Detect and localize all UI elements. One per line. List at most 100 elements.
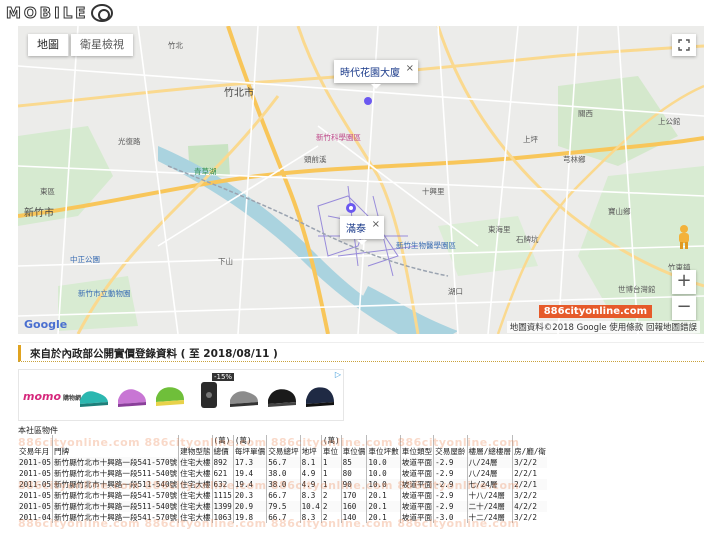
place-label: 新竹市: [24, 208, 54, 219]
table-cell: 19.4: [232, 468, 267, 479]
table-cell: 66.7: [266, 512, 301, 523]
table-cell: 3/2/2: [512, 457, 548, 468]
table-cell: 80: [340, 468, 367, 479]
table-row[interactable]: 2011-05 新竹縣竹北市十興路一段541-570號 住宅大樓 1115 20.3 66…: [18, 490, 548, 501]
table-cell: -2.9: [433, 479, 468, 490]
column-header[interactable]: 樓層/總樓層: [466, 446, 513, 457]
column-header[interactable]: 交易年月: [18, 446, 53, 457]
table-cell: 2011-05: [18, 479, 53, 490]
column-header[interactable]: 地坪: [299, 446, 322, 457]
table-cell: 2/2/1: [512, 479, 548, 490]
table-cell: 4/2/2: [512, 501, 548, 512]
map-attribution[interactable]: 地圖資料©2018 Google 使用條款 回報地圖錯誤: [506, 321, 700, 333]
fullscreen-button[interactable]: [672, 34, 696, 56]
google-map[interactable]: 新竹市 竹北 中正公園 新竹市立動物園 頭前溪 十興里 光復路 竹北市 東海里 …: [18, 26, 704, 334]
table-cell: 20.1: [366, 512, 401, 523]
google-logo[interactable]: Google: [24, 318, 67, 331]
table-cell: 632: [211, 479, 234, 490]
column-header[interactable]: 車位: [320, 446, 342, 457]
momo-logo[interactable]: momo 購物網: [23, 390, 81, 403]
table-row[interactable]: 2011-05 新竹縣竹北市十興路一段511-540號 住宅大樓 621 19.4 38.…: [18, 468, 548, 479]
shoe-product-icon[interactable]: [303, 376, 337, 412]
column-header[interactable]: 建物型態: [178, 446, 213, 457]
info-window-title: 滿泰: [346, 224, 366, 235]
column-header[interactable]: 總價: [211, 446, 234, 457]
table-cell: 160: [340, 501, 367, 512]
zoom-in-button[interactable]: +: [672, 270, 696, 294]
table-cell: 新竹縣竹北市十興路一段541-570號: [52, 457, 179, 468]
table-cell: 140: [340, 512, 367, 523]
table-cell: 66.7: [266, 490, 301, 501]
table-cell: 170: [340, 490, 367, 501]
close-icon[interactable]: ×: [372, 219, 380, 230]
table-cell: -2.9: [433, 490, 468, 501]
table-cell: 56.7: [266, 457, 301, 468]
table-cell: 38.0: [266, 468, 301, 479]
table-cell: 新竹縣竹北市十興路一段511-540號: [52, 479, 179, 490]
mobile01-logo[interactable]: MOBILE: [6, 2, 113, 24]
info-window[interactable]: 滿泰 ×: [340, 216, 384, 245]
shoe-product-icon[interactable]: [227, 376, 261, 412]
map-view-button[interactable]: 地圖: [28, 34, 69, 56]
place-label: 寶山鄉: [608, 207, 631, 216]
table-cell: 2011-05: [18, 501, 53, 512]
column-header[interactable]: 車位類型: [399, 446, 434, 457]
place-label: 青草湖: [194, 167, 217, 176]
column-header[interactable]: 車位價: [340, 446, 367, 457]
table-header-units: (萬) (萬) (萬): [18, 435, 548, 446]
table-row[interactable]: 2011-05 新竹縣竹北市十興路一段541-570號 住宅大樓 892 17.3 56.…: [18, 457, 548, 468]
table-row[interactable]: 2011-05 新竹縣竹北市十興路一段511-540號 住宅大樓 632 19.4 38.…: [18, 479, 548, 490]
table-cell: 2: [320, 501, 342, 512]
table-cell: 坡道平面: [399, 479, 434, 490]
column-header[interactable]: 交易總坪: [266, 446, 301, 457]
section-title: 來自於內政部公開實價登錄資料 ( 至 2018/08/11 ): [30, 348, 278, 360]
table-cell: 新竹縣竹北市十興路一段541-570號: [52, 512, 179, 523]
shoe-product-icon[interactable]: [153, 376, 187, 412]
column-header[interactable]: 交易屋齡: [433, 446, 468, 457]
column-header[interactable]: 門牌: [52, 446, 179, 457]
zoom-out-button[interactable]: −: [672, 296, 696, 320]
table-cell: 2011-04: [19, 513, 52, 522]
bag-product-icon[interactable]: [193, 376, 227, 412]
shoe-product-icon[interactable]: [115, 376, 149, 412]
table-cell: 坡道平面: [399, 512, 434, 523]
close-icon[interactable]: ×: [406, 63, 414, 74]
table-cell: 坡道平面: [399, 490, 434, 501]
column-header[interactable]: 房/廳/衛: [512, 446, 548, 457]
table-cell: 20.3: [232, 490, 267, 501]
table-row[interactable]: 2011-05 新竹縣竹北市十興路一段511-540號 住宅大樓 1399 20.9 79…: [18, 501, 548, 512]
table-cell: 19.4: [232, 479, 267, 490]
place-label: 竹北: [168, 41, 183, 50]
header-unit-cell: [299, 435, 322, 446]
column-header[interactable]: 車位坪數: [366, 446, 401, 457]
place-label: 湖口: [448, 287, 463, 296]
momo-ad-banner[interactable]: momo 購物網 ▷ -15%: [18, 369, 344, 421]
table-cell: 85: [340, 457, 367, 468]
table-cell: 1: [320, 457, 342, 468]
table-cell: 1: [320, 468, 342, 479]
table-cell: 二十/24層: [466, 501, 513, 512]
shoe-product-icon[interactable]: [265, 376, 299, 412]
table-cell: 2/2/1: [512, 468, 548, 479]
transactions-section: 本社區物件 (萬) (萬) (萬) 交易年月 門牌 建物型態 總價 每坪單價 交易總坪 地坪 車位…: [18, 425, 704, 530]
fullscreen-icon: [678, 39, 690, 51]
table-cell: 20.1: [366, 501, 401, 512]
table-cell: 621: [211, 468, 234, 479]
logo-eye-icon: [90, 4, 113, 22]
table-cell: 10.0: [366, 468, 401, 479]
column-header[interactable]: 每坪單價: [232, 446, 267, 457]
listing-marker-icon[interactable]: [346, 203, 356, 213]
table-cell: 1399: [211, 501, 234, 512]
listing-marker-icon[interactable]: [364, 97, 372, 105]
table-cell: 住宅大樓: [178, 490, 213, 501]
street-view-pegman-icon[interactable]: [675, 224, 693, 250]
place-label: 芎林鄉: [563, 155, 586, 164]
table-row[interactable]: 2011-04 新竹縣竹北市十興路一段541-570號 住宅大樓 1063 19.8 66…: [18, 512, 548, 523]
place-label: 中正公園: [70, 255, 100, 264]
shoe-product-icon[interactable]: [77, 376, 111, 412]
info-window[interactable]: 時代花園大廈 ×: [334, 60, 418, 89]
satellite-view-button[interactable]: 衛星檢視: [71, 34, 133, 56]
table-cell: 17.3: [232, 457, 267, 468]
header-unit-cell: [340, 435, 367, 446]
table-cell: 坡道平面: [399, 501, 434, 512]
